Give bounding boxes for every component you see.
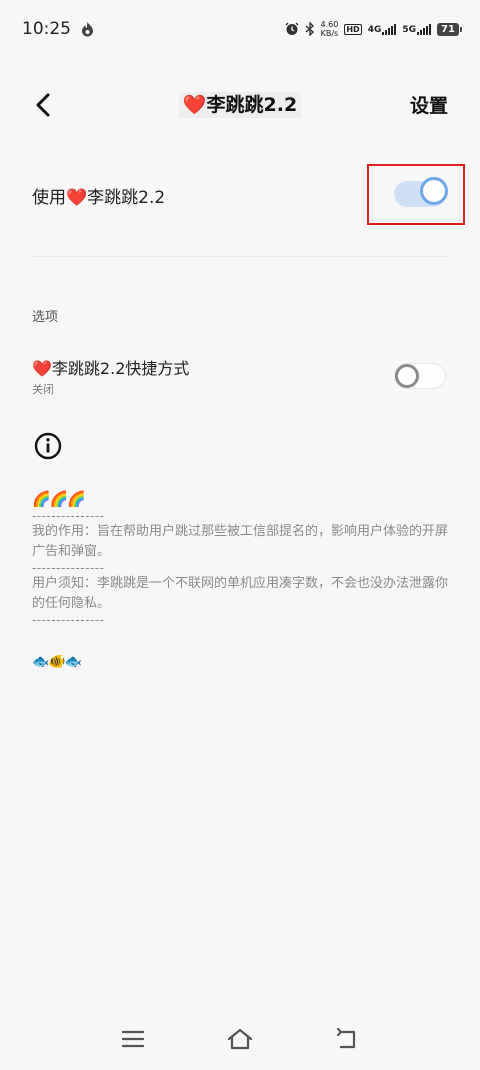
fish-emojis: 🐟🐠🐟 xyxy=(32,654,82,670)
nav-menu-button[interactable] xyxy=(118,1024,148,1054)
hd-badge: HD xyxy=(344,23,362,35)
main-toggle-row[interactable]: 使用❤️李跳跳2.2 xyxy=(32,168,448,222)
heart-icon: ❤️ xyxy=(66,187,88,208)
battery-level: 71 xyxy=(437,22,459,36)
sim2-label: 5G xyxy=(402,24,416,35)
heart-icon: ❤️ xyxy=(182,94,207,116)
nav-home-button[interactable] xyxy=(225,1024,255,1054)
alarm-icon xyxy=(285,22,299,36)
status-right: 4.60 KB/s HD 4G 5G 71 xyxy=(285,20,462,38)
description-block: 🌈🌈🌈 --------------- 我的作用：旨在帮助用户跳过那些被工信部提… xyxy=(32,488,450,626)
purpose-text: 我的作用：旨在帮助用户跳过那些被工信部提名的，影响用户体验的开屏广告和弹窗。 xyxy=(32,524,449,559)
navigation-bar xyxy=(0,1024,480,1058)
divider xyxy=(32,256,448,257)
shortcut-title: ❤️李跳跳2.2快捷方式 xyxy=(32,355,448,379)
status-bar: 10:25 4.60 KB/s HD 4G 5G 71 xyxy=(0,0,480,58)
home-icon xyxy=(227,1028,253,1050)
menu-icon xyxy=(122,1030,144,1048)
status-time: 10:25 xyxy=(22,19,71,39)
main-toggle-switch[interactable] xyxy=(394,177,448,207)
shortcut-row[interactable]: ❤️李跳跳2.2快捷方式 关闭 xyxy=(32,355,448,399)
page-title: ❤️李跳跳2.2 xyxy=(0,90,480,118)
network-speed-value: 4.60 xyxy=(320,20,339,29)
page-title-text: 李跳跳2.2 xyxy=(206,94,298,116)
flame-icon xyxy=(81,21,94,37)
toggle-knob xyxy=(420,177,448,205)
info-icon xyxy=(34,432,62,460)
return-icon xyxy=(336,1028,356,1049)
network-speed: 4.60 KB/s xyxy=(321,20,339,38)
rainbow-emojis: 🌈🌈🌈 xyxy=(32,490,86,508)
shortcut-toggle-switch[interactable] xyxy=(394,363,446,389)
settings-button[interactable]: 设置 xyxy=(410,91,448,118)
main-toggle-name: 李跳跳2.2 xyxy=(87,187,166,208)
toggle-knob xyxy=(395,364,419,388)
notice-text: 用户须知：李跳跳是一个不联网的单机应用凑字数，不会也没办法泄露你的任何隐私。 xyxy=(32,576,449,611)
sim2-signal: 5G xyxy=(402,23,431,35)
dash-separator: --------------- xyxy=(32,613,105,627)
signal-bars-icon xyxy=(417,23,431,35)
main-toggle-prefix: 使用 xyxy=(32,187,66,208)
dash-separator: --------------- xyxy=(32,561,105,575)
app-bar: ❤️李跳跳2.2 设置 xyxy=(0,78,480,132)
sim1-signal: 4G xyxy=(367,23,397,35)
nav-back-button[interactable] xyxy=(332,1024,362,1054)
network-speed-unit: KB/s xyxy=(320,29,339,38)
section-header-options: 选项 xyxy=(32,310,59,325)
page-title-wrap: ❤️李跳跳2.2 xyxy=(178,92,302,118)
shortcut-title-text: 李跳跳2.2快捷方式 xyxy=(51,359,190,378)
sim1-label: 4G xyxy=(367,24,382,35)
main-toggle-label: 使用❤️李跳跳2.2 xyxy=(32,183,165,208)
bluetooth-icon xyxy=(305,22,315,36)
shortcut-subtitle: 关闭 xyxy=(32,383,54,396)
dash-separator: --------------- xyxy=(32,509,105,523)
battery-tip xyxy=(460,26,462,32)
signal-bars-icon xyxy=(382,23,397,35)
status-left: 10:25 xyxy=(22,19,94,39)
heart-icon: ❤️ xyxy=(32,359,52,378)
battery-indicator: 71 xyxy=(437,22,462,36)
